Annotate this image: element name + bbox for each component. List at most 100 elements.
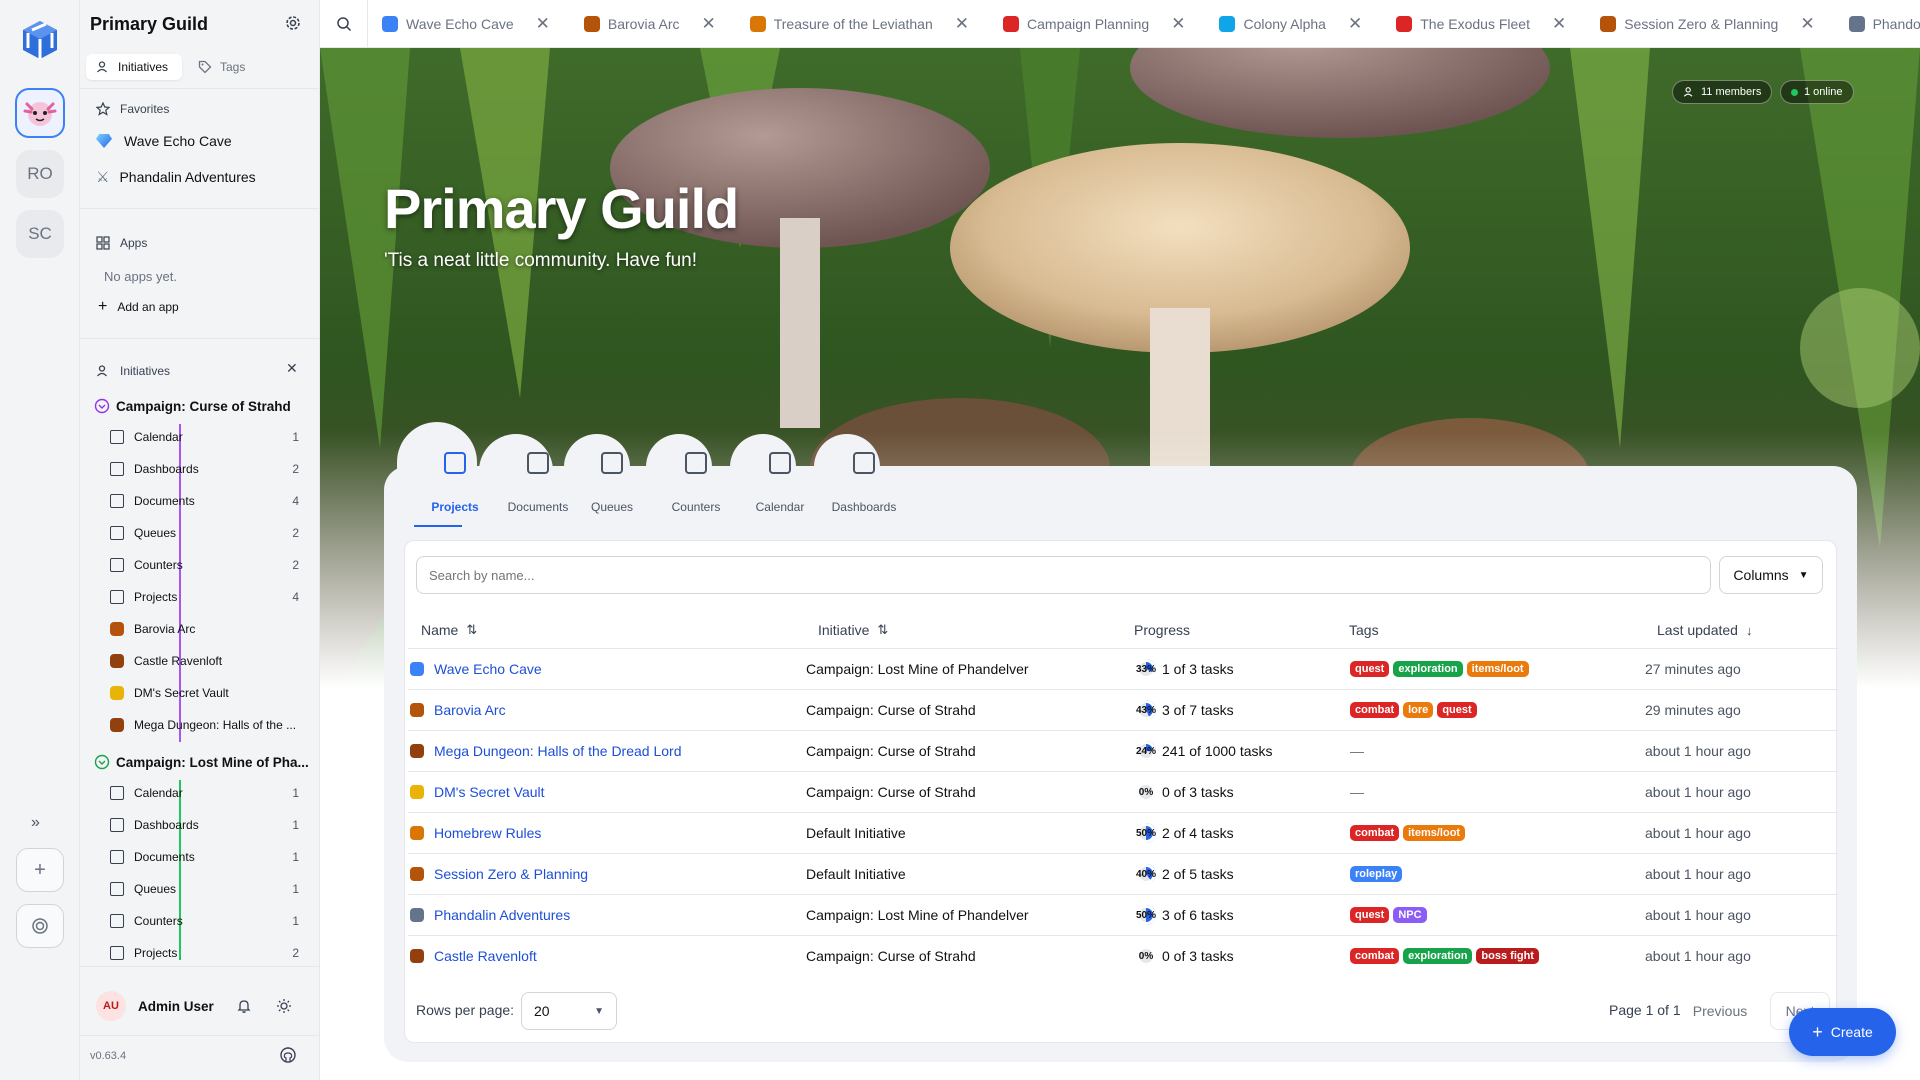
sidebar-item-documents[interactable]: Documents 4 (80, 492, 319, 510)
close-icon[interactable]: ✕ (536, 14, 550, 34)
sidebar-project-item[interactable]: DM's Secret Vault (80, 684, 319, 702)
tag-badge[interactable]: NPC (1393, 907, 1427, 923)
project-name-link[interactable]: Castle Ravenloft (434, 948, 537, 964)
settings-gear-icon[interactable] (284, 14, 302, 32)
discover-button[interactable] (16, 904, 64, 948)
view-tab-calendar[interactable]: Calendar (740, 446, 820, 526)
tab-2[interactable]: Treasure of the Leviathan ✕ (736, 0, 989, 47)
rows-per-page-select[interactable]: 20 ▼ (521, 992, 617, 1030)
project-name-cell[interactable]: Barovia Arc (410, 702, 506, 718)
sidebar-item-counters[interactable]: Counters 1 (80, 912, 319, 930)
close-icon[interactable]: ✕ (1800, 14, 1814, 34)
project-name-link[interactable]: Session Zero & Planning (434, 866, 588, 882)
project-name-link[interactable]: Homebrew Rules (434, 825, 541, 841)
close-icon[interactable]: ✕ (955, 14, 969, 34)
favorite-item[interactable]: Wave Echo Cave (80, 131, 319, 151)
initiative-group-header[interactable]: Campaign: Curse of Strahd (80, 396, 319, 416)
sidebar-project-item[interactable]: Castle Ravenloft (80, 652, 319, 670)
tag-badge[interactable]: quest (1350, 661, 1390, 677)
tab-7[interactable]: Phando (1835, 0, 1920, 47)
search-input-wrap[interactable] (416, 556, 1711, 594)
tag-badge[interactable]: exploration (1403, 948, 1473, 964)
project-name-link[interactable]: Barovia Arc (434, 702, 506, 718)
tab-5[interactable]: The Exodus Fleet ✕ (1382, 0, 1586, 47)
tag-badge[interactable]: exploration (1393, 661, 1463, 677)
sidebar-item-dashboards[interactable]: Dashboards 2 (80, 460, 319, 478)
tab-4[interactable]: Colony Alpha ✕ (1205, 0, 1382, 47)
project-name-link[interactable]: DM's Secret Vault (434, 784, 545, 800)
initiative-group-header[interactable]: Campaign: Lost Mine of Pha... (80, 752, 319, 772)
tab-6[interactable]: Session Zero & Planning ✕ (1586, 0, 1834, 47)
project-name-cell[interactable]: Castle Ravenloft (410, 948, 537, 964)
add-workspace-button[interactable]: + (16, 848, 64, 892)
table-row[interactable]: Castle Ravenloft Campaign: Curse of Strah… (408, 935, 1838, 976)
favorite-item[interactable]: ⚔ Phandalin Adventures (80, 167, 319, 187)
tag-badge[interactable]: lore (1403, 702, 1434, 718)
tag-badge[interactable]: roleplay (1350, 866, 1403, 882)
project-name-link[interactable]: Wave Echo Cave (434, 661, 542, 677)
view-tab-projects[interactable]: Projects (415, 446, 495, 526)
close-icon[interactable]: ✕ (701, 14, 715, 34)
view-tab-dashboards[interactable]: Dashboards (824, 446, 904, 526)
tab-1[interactable]: Barovia Arc ✕ (570, 0, 736, 47)
sidebar-project-item[interactable]: Mega Dungeon: Halls of the ... (80, 716, 319, 734)
column-header-initiative[interactable]: Initiative ⇅ (818, 622, 888, 638)
sidebar-item-projects[interactable]: Projects 2 (80, 944, 319, 962)
sidebar-item-calendar[interactable]: Calendar 1 (80, 428, 319, 446)
collapse-all-icon[interactable]: ✕ (286, 360, 298, 377)
project-name-cell[interactable]: DM's Secret Vault (410, 784, 545, 800)
sidebar-item-dashboards[interactable]: Dashboards 1 (80, 816, 319, 834)
search-icon[interactable] (320, 0, 368, 47)
sidebar-item-counters[interactable]: Counters 2 (80, 556, 319, 574)
tag-badge[interactable]: quest (1437, 702, 1477, 718)
view-tab-counters[interactable]: Counters (656, 446, 736, 526)
tag-badge[interactable]: combat (1350, 702, 1400, 718)
workspace-avatar-active[interactable] (15, 88, 65, 138)
sidebar-item-calendar[interactable]: Calendar 1 (80, 784, 319, 802)
table-row[interactable]: Homebrew Rules Default Initiative 50% 2 of … (408, 812, 1838, 853)
sidebar-item-projects[interactable]: Projects 4 (80, 588, 319, 606)
github-icon[interactable] (280, 1047, 296, 1063)
theme-sun-icon[interactable] (276, 998, 292, 1014)
project-name-cell[interactable]: Session Zero & Planning (410, 866, 588, 882)
expand-sidebar-icon[interactable]: » (31, 814, 40, 832)
sidebar-item-queues[interactable]: Queues 2 (80, 524, 319, 542)
column-header-updated[interactable]: Last updated ↓ (1657, 622, 1752, 638)
tag-badge[interactable]: items/loot (1403, 825, 1466, 841)
tab-tags[interactable]: Tags (190, 54, 270, 80)
close-icon[interactable]: ✕ (1348, 14, 1362, 34)
table-row[interactable]: Barovia Arc Campaign: Curse of Strahd 43% 3… (408, 689, 1838, 730)
sidebar-item-queues[interactable]: Queues 1 (80, 880, 319, 898)
close-icon[interactable]: ✕ (1552, 14, 1566, 34)
app-logo[interactable] (18, 18, 62, 62)
table-row[interactable]: Wave Echo Cave Campaign: Lost Mine of Pha… (408, 648, 1838, 689)
view-tab-queues[interactable]: Queues (572, 446, 652, 526)
tab-initiatives[interactable]: Initiatives (86, 54, 182, 80)
project-name-cell[interactable]: Homebrew Rules (410, 825, 541, 841)
tab-3[interactable]: Campaign Planning ✕ (989, 0, 1205, 47)
previous-button[interactable]: Previous (1682, 992, 1758, 1030)
columns-button[interactable]: Columns ▼ (1719, 556, 1823, 594)
column-header-name[interactable]: Name ⇅ (421, 622, 477, 638)
tag-badge[interactable]: quest (1350, 907, 1390, 923)
search-input[interactable] (429, 567, 1710, 583)
view-tab-documents[interactable]: Documents (498, 446, 578, 526)
sidebar-item-documents[interactable]: Documents 1 (80, 848, 319, 866)
tag-badge[interactable]: boss fight (1476, 948, 1539, 964)
table-row[interactable]: DM's Secret Vault Campaign: Curse of Stra… (408, 771, 1838, 812)
workspace-avatar-sc[interactable]: SC (16, 210, 64, 258)
close-icon[interactable]: ✕ (1171, 14, 1185, 34)
tag-badge[interactable]: combat (1350, 948, 1400, 964)
table-row[interactable]: Mega Dungeon: Halls of the Dread Lord Cam… (408, 730, 1838, 771)
table-row[interactable]: Session Zero & Planning Default Initiativ… (408, 853, 1838, 894)
workspace-avatar-ro[interactable]: RO (16, 150, 64, 198)
project-name-cell[interactable]: Mega Dungeon: Halls of the Dread Lord (410, 743, 681, 759)
project-name-cell[interactable]: Phandalin Adventures (410, 907, 570, 923)
bell-icon[interactable] (236, 998, 252, 1014)
create-button[interactable]: + Create (1789, 1008, 1896, 1056)
project-name-link[interactable]: Mega Dungeon: Halls of the Dread Lord (434, 743, 681, 759)
tab-0[interactable]: Wave Echo Cave ✕ (368, 0, 570, 47)
sidebar-project-item[interactable]: Barovia Arc (80, 620, 319, 638)
add-app-button[interactable]: + Add an app (80, 298, 319, 316)
online-badge[interactable]: 1 online (1780, 80, 1854, 104)
